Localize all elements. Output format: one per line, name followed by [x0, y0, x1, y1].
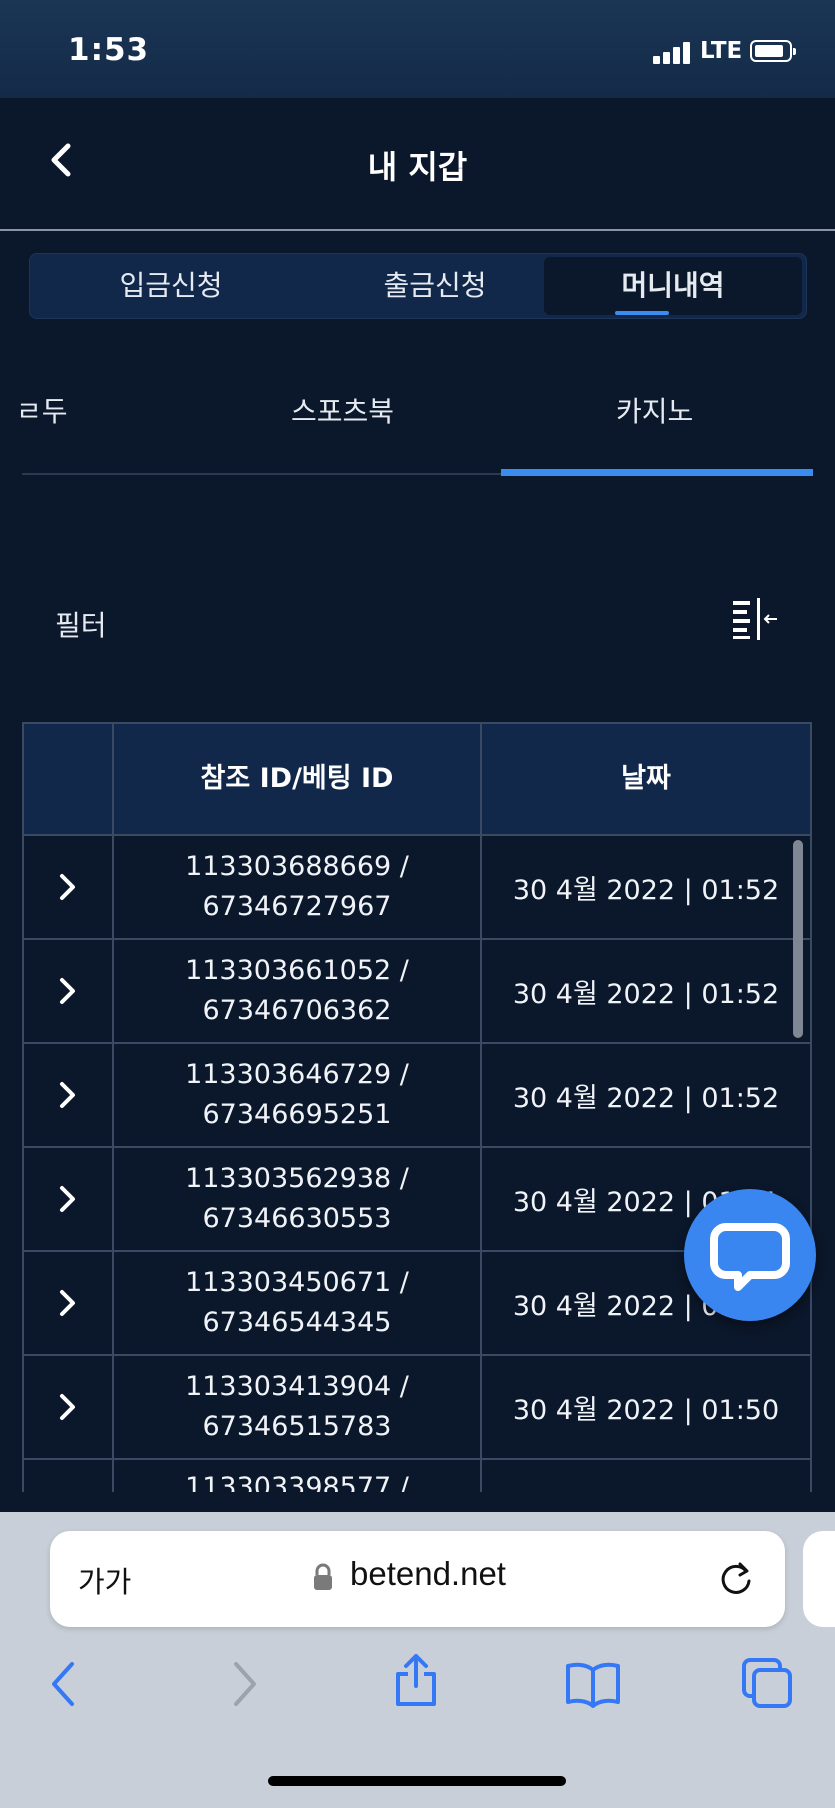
chat-bubble-icon: [710, 1223, 790, 1291]
text-size-button[interactable]: 가가: [78, 1559, 131, 1601]
reload-icon[interactable]: [716, 1559, 756, 1599]
column-divider: [112, 724, 114, 1492]
reference-id-cell: 113303450671 / 67346544345: [114, 1252, 480, 1354]
money-history-table: 참조 ID/베팅 ID 날짜 113303688669 / 67346727967…: [22, 722, 812, 1492]
chevron-right-icon: [60, 874, 75, 900]
network-label: LTE: [700, 38, 743, 64]
battery-icon: [750, 40, 796, 62]
expand-row-button[interactable]: [24, 1044, 112, 1146]
date-cell: 30 4월 2022 | 01:52: [512, 874, 780, 906]
column-divider: [480, 724, 482, 1492]
reference-id-cell: 113303646729 / 67346695251: [114, 1044, 480, 1146]
table-row[interactable]: 113303413904 / 67346515783 30 4월 2022 | 0…: [24, 1356, 810, 1460]
table-row[interactable]: 113303646729 / 67346695251 30 4월 2022 | 0…: [24, 1044, 810, 1148]
bet-id: 67346695251: [202, 1099, 392, 1130]
chevron-right-icon: [60, 1082, 75, 1108]
reference-id: 113303688669 /: [185, 851, 409, 882]
reference-id: 113303398577 /: [185, 1472, 409, 1492]
active-segment-indicator: [615, 311, 669, 315]
reference-id-cell: 113303688669 / 67346727967: [114, 836, 480, 938]
column-header-expand: [24, 724, 112, 834]
date-cell: 30 4월 2022 | 01:52: [512, 1082, 780, 1114]
signal-icon: [653, 40, 697, 64]
bet-id: 67346706362: [202, 995, 392, 1026]
table-scrollbar[interactable]: [793, 840, 803, 1038]
date-cell: [482, 1460, 810, 1492]
status-bar: 1:53 LTE: [0, 0, 835, 98]
url-text: betend.net: [350, 1555, 506, 1592]
reference-id-cell: 113303562938 / 67346630553: [114, 1148, 480, 1250]
filter-collapse-icon: [733, 598, 777, 640]
app-header: 내 지갑: [0, 98, 835, 230]
category-tabs: ㄹ두 스포츠북 카지노: [0, 370, 835, 480]
expand-row-button[interactable]: [24, 1460, 112, 1492]
expand-row-button[interactable]: [24, 1148, 112, 1250]
filter-toggle-button[interactable]: [731, 598, 779, 640]
table-row[interactable]: 113303688669 / 67346727967 30 4월 2022 | 0…: [24, 836, 810, 940]
chevron-right-icon: [60, 1290, 75, 1316]
tab-withdraw-request[interactable]: 출금신청: [306, 254, 564, 318]
reference-id: 113303413904 /: [185, 1371, 409, 1402]
chevron-right-icon: [60, 1186, 75, 1212]
column-header-reference-id: 참조 ID/베팅 ID: [200, 763, 394, 794]
active-tab-indicator: [501, 469, 813, 476]
reference-id-cell: 113303661052 / 67346706362: [114, 940, 480, 1042]
chevron-right-icon: [60, 1394, 75, 1420]
bet-id: 67346727967: [202, 891, 392, 922]
bookmarks-icon[interactable]: [564, 1660, 622, 1708]
reference-id: 113303562938 /: [185, 1163, 409, 1194]
reference-id-cell: 113303398577 /: [114, 1460, 480, 1492]
browser-forward-icon[interactable]: [228, 1660, 260, 1708]
table-header: 참조 ID/베팅 ID 날짜: [24, 724, 810, 836]
filter-label: 필터: [55, 609, 107, 642]
status-time: 1:53: [68, 32, 150, 68]
lock-icon: [314, 1563, 332, 1590]
reference-id: 113303661052 /: [185, 955, 409, 986]
table-row[interactable]: 113303398577 /: [24, 1460, 810, 1492]
date-cell: 30 4월 2022 | 01:52: [512, 978, 780, 1010]
address-bar[interactable]: 가가 betend.net: [50, 1531, 785, 1627]
expand-row-button[interactable]: [24, 1356, 112, 1458]
reference-id-cell: 113303413904 / 67346515783: [114, 1356, 480, 1458]
expand-row-button[interactable]: [24, 940, 112, 1042]
expand-row-button[interactable]: [24, 836, 112, 938]
expand-row-button[interactable]: [24, 1252, 112, 1354]
browser-toolbar: 가가 betend.net: [0, 1512, 835, 1808]
reference-id: 113303450671 /: [185, 1267, 409, 1298]
tab-casino[interactable]: 카지노: [616, 390, 693, 430]
home-indicator: [268, 1776, 566, 1786]
share-icon[interactable]: [392, 1652, 440, 1708]
next-tab-address-bar[interactable]: [803, 1531, 835, 1627]
tab-all[interactable]: ㄹ두: [16, 390, 68, 430]
page-title: 내 지갑: [367, 148, 468, 186]
table-row[interactable]: 113303661052 / 67346706362 30 4월 2022 | 0…: [24, 940, 810, 1044]
wallet-segmented-control: 입금신청 출금신청 머니내역: [29, 253, 807, 319]
browser-back-icon[interactable]: [48, 1660, 80, 1708]
tab-deposit-request[interactable]: 입금신청: [42, 254, 300, 318]
reference-id: 113303646729 /: [185, 1059, 409, 1090]
header-divider: [0, 229, 835, 231]
bet-id: 67346515783: [202, 1411, 392, 1442]
tab-money-history[interactable]: 머니내역: [544, 257, 802, 315]
date-cell: 30 4월 2022 | 01:50: [512, 1394, 780, 1426]
chevron-right-icon: [60, 978, 75, 1004]
live-chat-button[interactable]: [684, 1189, 816, 1321]
tabs-icon[interactable]: [740, 1656, 794, 1710]
bet-id: 67346630553: [202, 1203, 392, 1234]
bet-id: 67346544345: [202, 1307, 392, 1338]
tab-sportsbook[interactable]: 스포츠북: [291, 390, 394, 430]
column-header-date: 날짜: [621, 763, 671, 794]
